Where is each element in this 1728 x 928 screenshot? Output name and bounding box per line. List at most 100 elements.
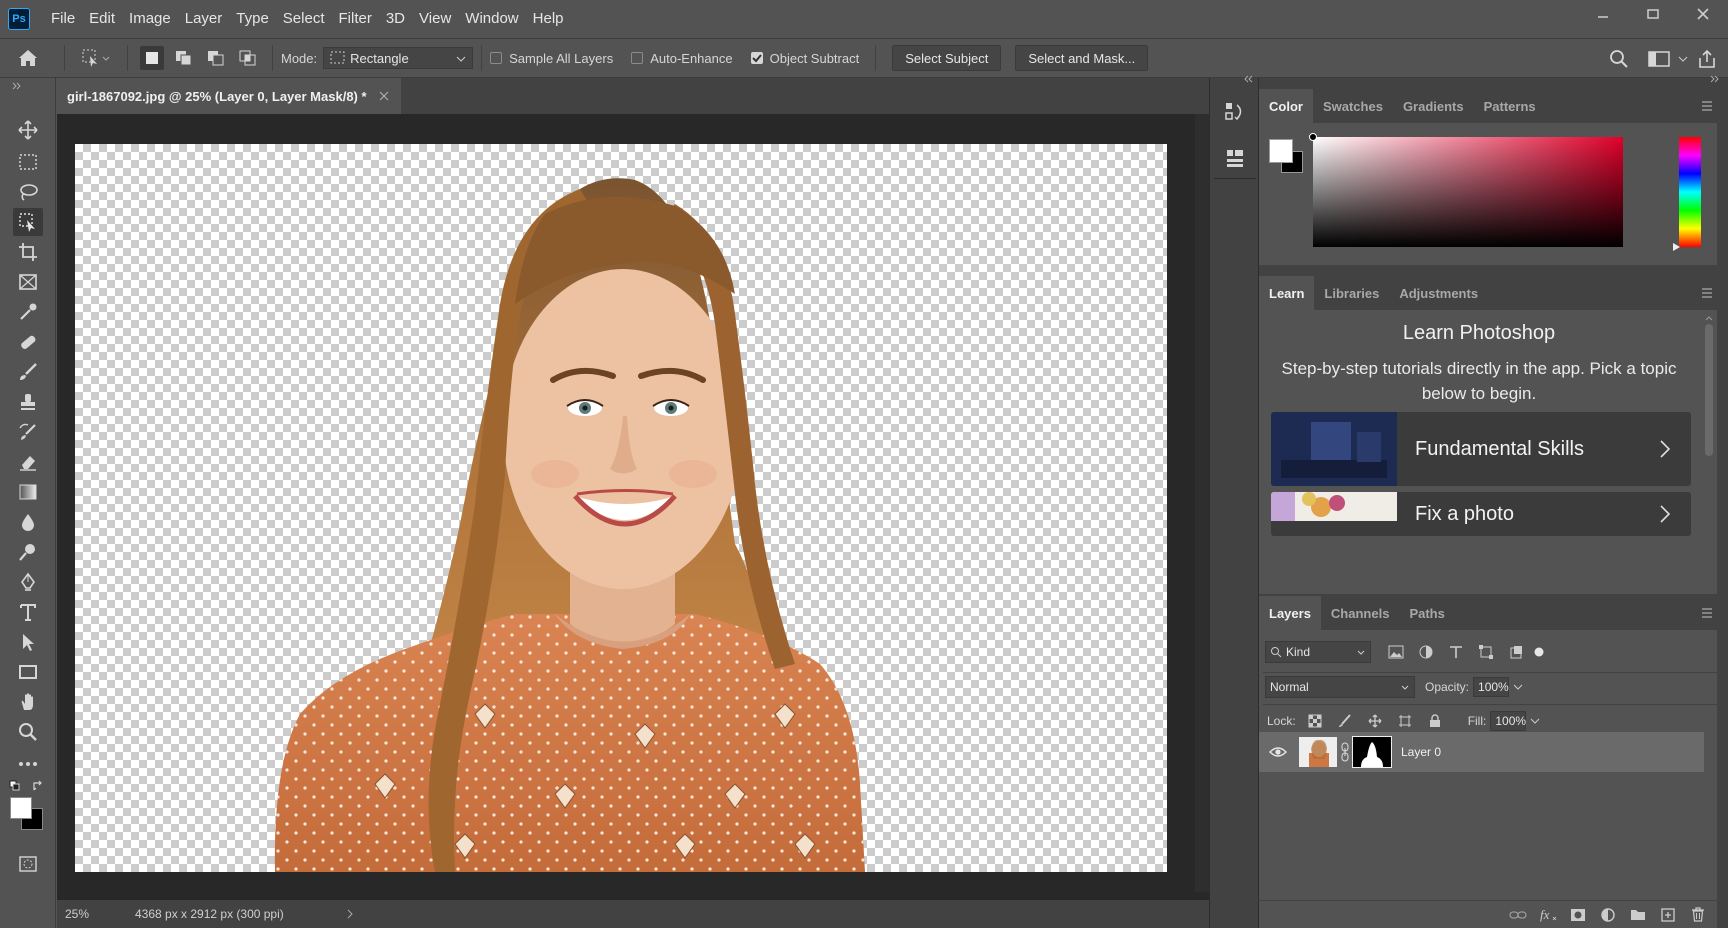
tab-libraries[interactable]: Libraries xyxy=(1314,276,1389,310)
chevron-down-icon[interactable] xyxy=(1511,682,1525,692)
tool-preset-picker[interactable] xyxy=(73,38,119,78)
pen-tool[interactable] xyxy=(13,568,43,596)
adjustment-layer-icon[interactable] xyxy=(1593,903,1623,927)
move-tool[interactable] xyxy=(13,116,43,144)
new-selection-button[interactable] xyxy=(140,46,164,70)
panel-color-swatches[interactable] xyxy=(1269,139,1305,175)
lock-artboard-icon[interactable] xyxy=(1390,709,1420,733)
collapse-panels-icon[interactable] xyxy=(1244,75,1254,83)
zoom-tool[interactable] xyxy=(13,718,43,746)
sample-all-layers-checkbox[interactable]: Sample All Layers xyxy=(490,38,613,78)
swap-colors-icon[interactable] xyxy=(32,780,44,792)
scroll-thumb[interactable] xyxy=(1705,324,1713,456)
blur-tool[interactable] xyxy=(13,508,43,536)
menu-edit[interactable]: Edit xyxy=(82,0,122,38)
default-colors-icon[interactable] xyxy=(9,780,21,792)
eyedropper-tool[interactable] xyxy=(13,298,43,326)
hue-slider-handle[interactable] xyxy=(1673,243,1681,251)
opacity-input[interactable]: 100% xyxy=(1473,677,1510,697)
marquee-tool[interactable] xyxy=(13,148,43,176)
history-panel-button[interactable] xyxy=(1219,96,1251,128)
color-picker-cursor[interactable] xyxy=(1309,133,1317,141)
eraser-tool[interactable] xyxy=(13,448,43,476)
tab-channels[interactable]: Channels xyxy=(1321,596,1400,630)
tab-color[interactable]: Color xyxy=(1259,89,1313,123)
filter-shape-icon[interactable] xyxy=(1471,640,1501,664)
hand-tool[interactable] xyxy=(13,688,43,716)
tab-gradients[interactable]: Gradients xyxy=(1393,89,1474,123)
filter-smart-object-icon[interactable] xyxy=(1501,640,1531,664)
tab-layers[interactable]: Layers xyxy=(1259,596,1321,630)
add-mask-icon[interactable] xyxy=(1563,903,1593,927)
link-layers-icon[interactable] xyxy=(1503,903,1533,927)
layer-row[interactable]: Layer 0 xyxy=(1259,732,1704,772)
learn-card-fundamental-skills[interactable]: Fundamental Skills xyxy=(1271,412,1691,486)
color-field[interactable] xyxy=(1309,133,1623,247)
properties-panel-button[interactable] xyxy=(1219,142,1251,174)
workspace-icon[interactable] xyxy=(1644,47,1674,71)
new-layer-icon[interactable] xyxy=(1653,903,1683,927)
vertical-scrollbar[interactable] xyxy=(1195,114,1209,892)
crop-tool[interactable] xyxy=(13,238,43,266)
intersect-selection-button[interactable] xyxy=(236,46,260,70)
quick-mask-button[interactable] xyxy=(13,850,43,878)
select-and-mask-button[interactable]: Select and Mask... xyxy=(1015,45,1149,71)
chevron-down-icon[interactable] xyxy=(1674,47,1692,71)
gradient-tool[interactable] xyxy=(13,478,43,506)
foreground-color-swatch[interactable] xyxy=(1269,139,1293,163)
layer-mask-thumbnail[interactable] xyxy=(1352,736,1392,768)
subtract-from-selection-button[interactable] xyxy=(204,46,228,70)
image-canvas[interactable] xyxy=(75,144,1167,872)
layer-filter-select[interactable]: Kind xyxy=(1265,641,1371,663)
eye-icon[interactable] xyxy=(1269,746,1287,758)
close-window-button[interactable] xyxy=(1678,0,1728,28)
select-subject-button[interactable]: Select Subject xyxy=(892,45,1002,71)
layer-name[interactable]: Layer 0 xyxy=(1401,745,1441,759)
mode-select[interactable]: Rectangle xyxy=(323,47,474,69)
panel-menu-icon[interactable] xyxy=(1701,288,1713,298)
minimize-button[interactable] xyxy=(1578,0,1628,28)
delete-layer-icon[interactable] xyxy=(1683,903,1713,927)
search-icon[interactable] xyxy=(1604,47,1634,71)
zoom-level[interactable]: 25% xyxy=(65,907,135,921)
add-to-selection-button[interactable] xyxy=(172,46,196,70)
tab-paths[interactable]: Paths xyxy=(1399,596,1454,630)
lock-image-pixels-icon[interactable] xyxy=(1330,709,1360,733)
tab-learn[interactable]: Learn xyxy=(1259,276,1315,310)
layer-style-fx-icon[interactable]: fx xyxy=(1533,903,1563,927)
menu-type[interactable]: Type xyxy=(229,0,276,38)
layer-thumbnail[interactable] xyxy=(1299,737,1337,767)
menu-image[interactable]: Image xyxy=(122,0,178,38)
menu-help[interactable]: Help xyxy=(526,0,571,38)
blend-mode-select[interactable]: Normal xyxy=(1265,676,1415,698)
menu-layer[interactable]: Layer xyxy=(178,0,230,38)
lasso-tool[interactable] xyxy=(13,178,43,206)
filter-pixel-icon[interactable] xyxy=(1381,640,1411,664)
expand-toolbar-icon[interactable] xyxy=(12,82,22,90)
object-selection-tool[interactable] xyxy=(13,208,43,236)
type-tool[interactable] xyxy=(13,598,43,626)
document-tab[interactable]: girl-1867092.jpg @ 25% (Layer 0, Layer M… xyxy=(57,78,401,114)
close-icon[interactable] xyxy=(379,91,389,101)
filter-adjustment-icon[interactable] xyxy=(1411,640,1441,664)
rectangle-tool[interactable] xyxy=(13,658,43,686)
panel-menu-icon[interactable] xyxy=(1701,608,1713,618)
foreground-color-swatch[interactable] xyxy=(10,797,32,819)
lock-transparent-icon[interactable] xyxy=(1300,709,1330,733)
lock-all-icon[interactable] xyxy=(1420,709,1450,733)
chevron-down-icon[interactable] xyxy=(1528,716,1542,726)
fill-input[interactable]: 100% xyxy=(1490,711,1527,731)
menu-view[interactable]: View xyxy=(412,0,458,38)
brush-tool[interactable] xyxy=(13,358,43,386)
menu-file[interactable]: File xyxy=(44,0,82,38)
frame-tool[interactable] xyxy=(13,268,43,296)
chevron-right-icon[interactable] xyxy=(346,909,354,919)
new-group-icon[interactable] xyxy=(1623,903,1653,927)
path-selection-tool[interactable] xyxy=(13,628,43,656)
healing-brush-tool[interactable] xyxy=(13,328,43,356)
menu-window[interactable]: Window xyxy=(458,0,525,38)
panel-menu-icon[interactable] xyxy=(1701,101,1713,111)
restore-button[interactable] xyxy=(1628,0,1678,28)
filter-type-icon[interactable] xyxy=(1441,640,1471,664)
learn-card-fix-a-photo[interactable]: Fix a photo xyxy=(1271,492,1691,536)
